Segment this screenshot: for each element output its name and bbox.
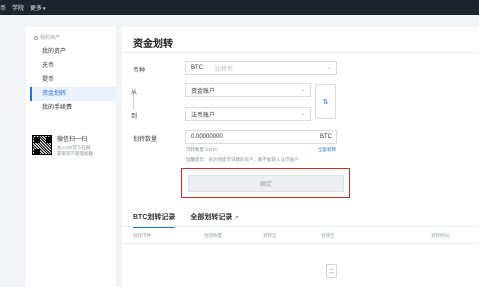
nav-item-academy[interactable]: 学院	[12, 3, 24, 12]
qr-code	[32, 135, 52, 155]
to-account-select[interactable]: 法币账户 ⌄	[185, 107, 311, 121]
sidebar-item-my-assets[interactable]: 我的资产	[30, 45, 116, 59]
tab-all-records-label: 全部划转记录	[190, 214, 233, 221]
confirm-highlight: 确定	[181, 168, 350, 198]
amount-value: 0.00000000	[191, 134, 223, 140]
swap-icon: ⇅	[322, 98, 329, 106]
sidebar-item-withdraw[interactable]: 提币	[30, 73, 116, 87]
currency-select[interactable]: BTC 比特币 ⌄	[185, 61, 337, 75]
records-table-header: 划转币种 划转数量 划转自 划转至 划转时间	[122, 233, 479, 242]
chevron-down-icon: ▾	[43, 6, 46, 12]
from-label: 从	[131, 90, 138, 96]
qr-title: 微信扫一扫	[57, 137, 88, 143]
sidebar-list: 我的资产 充币 提币 资金划转 我的手续费	[30, 45, 116, 115]
to-label: 到	[131, 114, 138, 120]
sidebar-item-transfer[interactable]: 资金划转	[30, 87, 116, 101]
column-header-currency: 划转币种	[133, 233, 151, 238]
sidebar-section-label: 我的资产	[40, 35, 61, 41]
nav-item-more-label: 更多	[30, 6, 43, 12]
page-title: 资金划转	[133, 39, 173, 50]
column-header-time: 划转时间	[431, 233, 449, 238]
table-header-divider	[122, 243, 479, 244]
to-account-value: 法币账户	[191, 112, 216, 119]
from-account-value: 资金账户	[191, 88, 216, 95]
chevron-down-icon: ⌄	[300, 87, 305, 93]
transfer-tip: 温馨提示：未达到提币日额的资产，暂不能转入法币账户	[186, 157, 299, 162]
swap-accounts-button[interactable]: ⇅	[315, 84, 336, 119]
sidebar: 我的资产 我的资产 充币 提币 资金划转 我的手续费 微信扫一扫 加入OK官方社…	[26, 27, 116, 287]
column-header-amount: 划转数量	[204, 233, 222, 238]
tabs-divider	[122, 226, 479, 227]
external-link-icon: ↗	[234, 215, 239, 221]
wallet-icon	[34, 35, 38, 40]
chevron-down-icon: ⌄	[326, 65, 331, 71]
confirm-button[interactable]: 确定	[188, 175, 344, 192]
transfer-all-link[interactable]: 全部划转	[318, 147, 336, 153]
chevron-down-icon: ⌄	[300, 111, 305, 117]
currency-value: BTC	[191, 65, 203, 71]
currency-label: 币种	[133, 68, 146, 74]
from-to-connector	[133, 94, 134, 109]
amount-unit: BTC	[320, 134, 332, 140]
qr-line-2: 获取资产管理秘籍	[57, 151, 93, 156]
from-account-select[interactable]: 资金账户 ⌄	[185, 83, 311, 97]
top-nav: 币 学院 更多▾	[0, 0, 479, 15]
column-header-from: 划转自	[263, 233, 277, 238]
amount-label: 划转数量	[133, 137, 158, 143]
currency-placeholder: 比特币	[215, 66, 234, 73]
available-amount: 可转数量 0 BTC	[186, 147, 219, 152]
empty-records-icon	[326, 264, 337, 278]
title-divider	[122, 52, 479, 53]
sidebar-item-fees[interactable]: 我的手续费	[30, 101, 116, 115]
qr-info: 微信扫一扫 加入OK官方社群 获取资产管理秘籍	[57, 134, 115, 157]
column-header-to: 划转至	[321, 233, 335, 238]
sidebar-section-title: 我的资产	[34, 34, 60, 41]
nav-item-coin[interactable]: 币	[0, 3, 6, 12]
main-panel: 资金划转 币种 BTC 比特币 ⌄ 从 资金账户 ⌄ 到 法币账户 ⌄ ⇅ 划转…	[122, 27, 479, 287]
amount-input[interactable]: 0.00000000 BTC	[185, 130, 337, 144]
sidebar-item-deposit[interactable]: 充币	[30, 59, 116, 73]
nav-item-more[interactable]: 更多▾	[30, 3, 46, 12]
